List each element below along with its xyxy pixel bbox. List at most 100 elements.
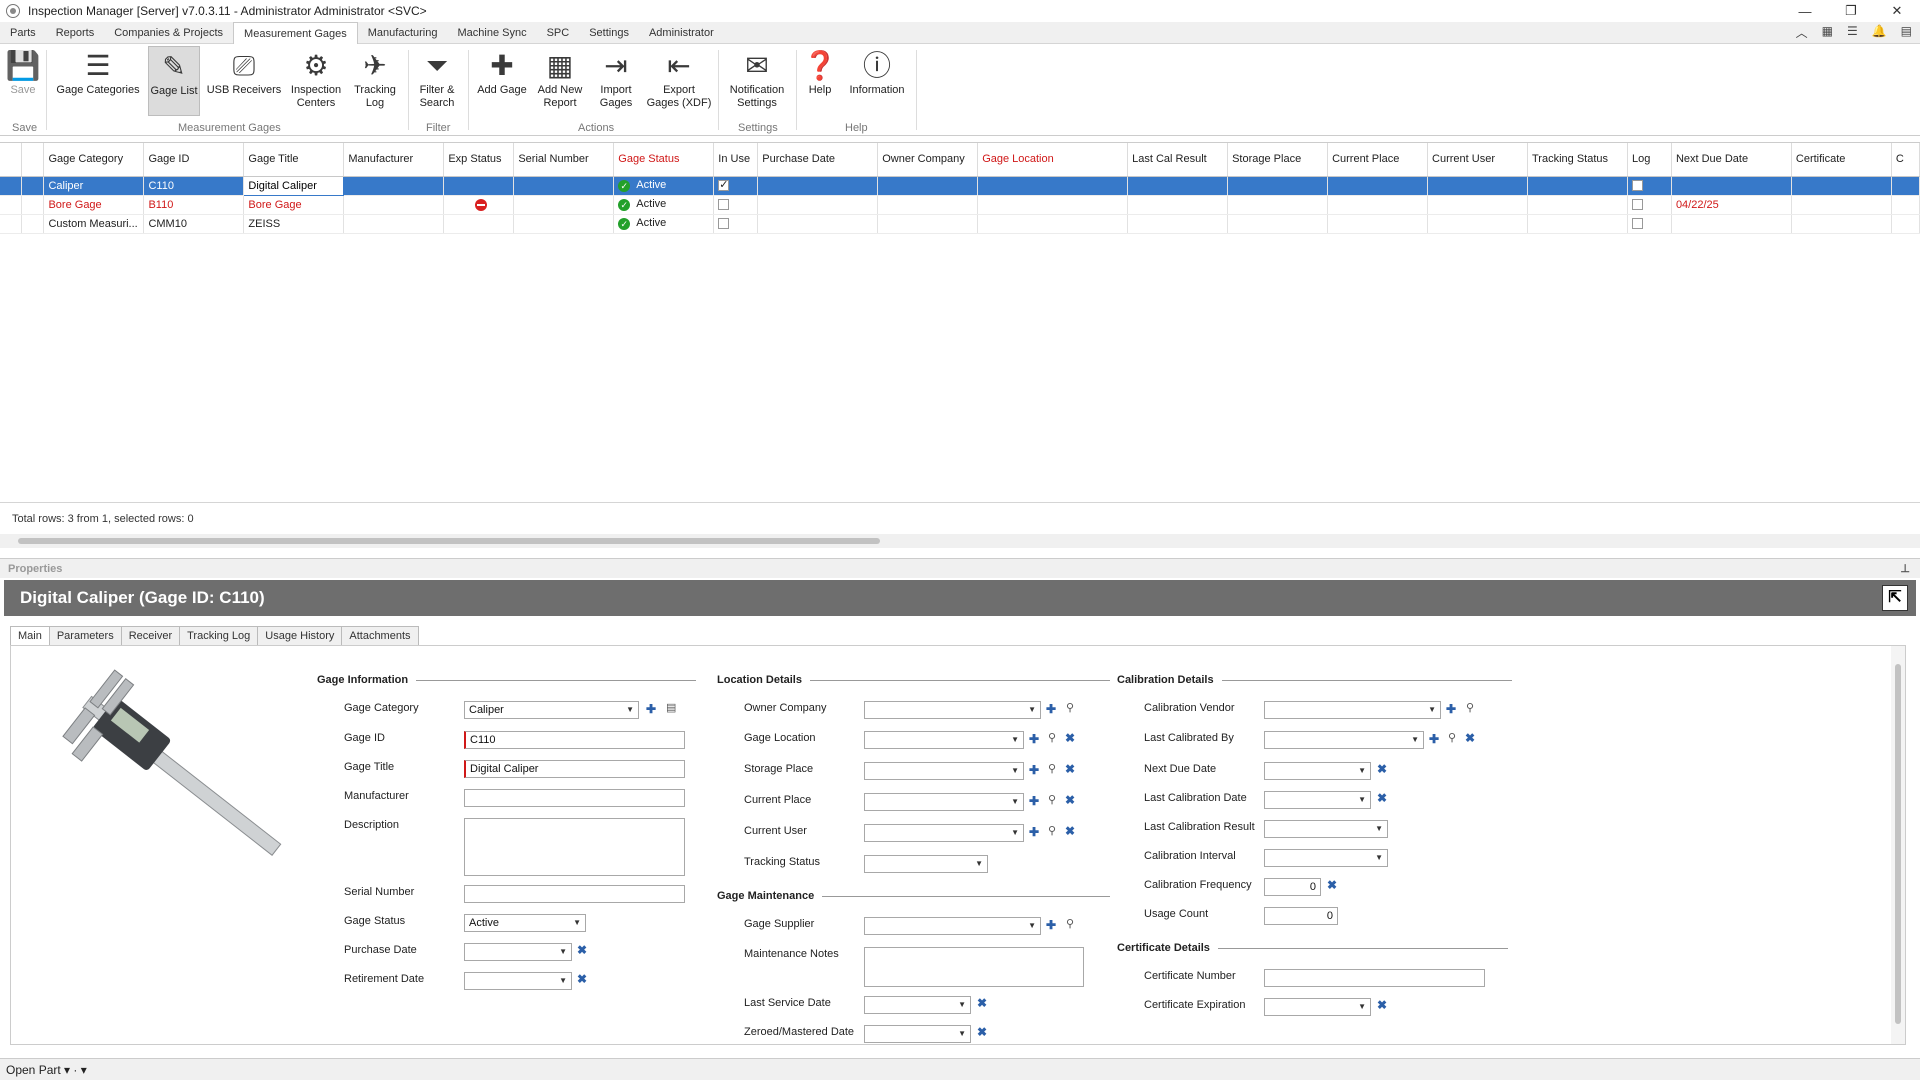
col-last-cal-result[interactable]: Last Cal Result <box>1127 143 1229 177</box>
cell-next-due[interactable] <box>1671 176 1792 196</box>
save-button[interactable]: 💾 Save <box>4 46 42 97</box>
restore-button[interactable]: ❐ <box>1828 0 1874 22</box>
next-due-date-picker[interactable]: ▼ <box>1264 762 1371 780</box>
add-icon[interactable]: ✚ <box>1029 763 1039 777</box>
col-log[interactable]: Log <box>1627 143 1672 177</box>
cell-exp-status[interactable] <box>443 214 515 234</box>
tab-parameters[interactable]: Parameters <box>49 626 122 646</box>
cell-log[interactable] <box>1627 195 1672 215</box>
calibration-frequency-field[interactable]: 0 <box>1264 878 1321 896</box>
open-part-dropdown[interactable]: Open Part ▾ · ▾ <box>6 1063 87 1077</box>
clear-icon[interactable]: ✖ <box>1065 824 1075 838</box>
add-icon[interactable]: ✚ <box>1046 702 1056 716</box>
menu-tab-manufacturing[interactable]: Manufacturing <box>358 22 448 44</box>
clear-icon[interactable]: ✖ <box>1327 878 1337 892</box>
cell-in-use[interactable] <box>713 214 759 234</box>
col-current-place[interactable]: Current Place <box>1327 143 1429 177</box>
last-calibration-result-select[interactable]: ▼ <box>1264 820 1388 838</box>
description-field[interactable] <box>464 818 685 876</box>
col-exp-status[interactable]: Exp Status <box>443 143 515 177</box>
gage-location-select[interactable]: ▼ <box>864 731 1024 749</box>
cell-title[interactable]: ZEISS <box>243 214 345 234</box>
cell-id[interactable]: CMM10 <box>143 214 245 234</box>
col-gage-title[interactable]: Gage Title <box>243 143 345 177</box>
cell-title[interactable]: Bore Gage <box>243 195 345 215</box>
col-certificate[interactable]: Certificate <box>1791 143 1892 177</box>
cell-status[interactable]: ✓ Active <box>613 195 715 215</box>
cell-title[interactable]: Digital Caliper <box>243 175 345 196</box>
clear-icon[interactable]: ✖ <box>1377 791 1387 805</box>
tab-attachments[interactable]: Attachments <box>342 626 419 646</box>
certificate-number-field[interactable] <box>1264 969 1485 987</box>
collapse-ribbon-icon[interactable]: ︿ <box>1796 24 1808 41</box>
serial-number-field[interactable] <box>464 885 685 903</box>
table-row[interactable]: Bore Gage B110 Bore Gage ✓ Active 04/22/2… <box>0 195 1920 215</box>
gage-category-select[interactable]: Caliper ▼ <box>464 701 639 719</box>
information-button[interactable]: ⓘ Information <box>844 46 910 97</box>
menu-tab-companies-projects[interactable]: Companies & Projects <box>104 22 233 44</box>
clear-icon[interactable]: ✖ <box>1377 762 1387 776</box>
cell-status[interactable]: ✓ Active <box>613 214 715 234</box>
horizontal-scrollbar[interactable] <box>0 534 1920 548</box>
tab-usage-history[interactable]: Usage History <box>258 626 343 646</box>
tab-main[interactable]: Main <box>10 626 50 646</box>
last-calibration-date-picker[interactable]: ▼ <box>1264 791 1371 809</box>
scroll-thumb[interactable] <box>18 538 880 544</box>
storage-place-select[interactable]: ▼ <box>864 762 1024 780</box>
maintenance-notes-field[interactable] <box>864 947 1084 987</box>
cell-status[interactable]: ✓ Active <box>613 176 715 196</box>
search-icon[interactable]: ⚲ <box>1448 731 1456 744</box>
clear-icon[interactable]: ✖ <box>977 1025 987 1039</box>
add-icon[interactable]: ✚ <box>646 702 656 716</box>
add-icon[interactable]: ✚ <box>1029 825 1039 839</box>
cell-manufacturer[interactable] <box>343 195 445 215</box>
current-place-select[interactable]: ▼ <box>864 793 1024 811</box>
col-gage-location[interactable]: Gage Location <box>977 143 1129 177</box>
cell-serial[interactable] <box>513 195 615 215</box>
calendar-icon[interactable]: ▤ <box>666 701 676 714</box>
purchase-date-picker[interactable]: ▼ <box>464 943 572 961</box>
in-use-checkbox[interactable] <box>718 178 730 192</box>
tracking-status-select[interactable]: ▼ <box>864 855 988 873</box>
add-icon[interactable]: ✚ <box>1446 702 1456 716</box>
export-gages-button[interactable]: ⇤ Export Gages (XDF) <box>646 46 712 110</box>
in-use-checkbox[interactable] <box>718 199 730 211</box>
usage-count-field[interactable]: 0 <box>1264 907 1338 925</box>
tab-receiver[interactable]: Receiver <box>121 626 181 646</box>
search-icon[interactable]: ⚲ <box>1048 731 1056 744</box>
cell-category[interactable]: Custom Measuri... <box>43 214 145 234</box>
manufacturer-field[interactable] <box>464 789 685 807</box>
in-use-checkbox[interactable] <box>718 218 730 230</box>
gage-categories-button[interactable]: ☰ Gage Categories <box>56 46 140 97</box>
calibration-interval-select[interactable]: ▼ <box>1264 849 1388 867</box>
col-gage-id[interactable]: Gage ID <box>143 143 245 177</box>
minimize-button[interactable]: — <box>1782 0 1828 22</box>
owner-company-select[interactable]: ▼ <box>864 701 1041 719</box>
retirement-date-picker[interactable]: ▼ <box>464 972 572 990</box>
clear-icon[interactable]: ✖ <box>577 972 587 986</box>
cell-log[interactable] <box>1627 176 1672 196</box>
popout-icon[interactable]: ⇱ <box>1882 585 1908 611</box>
search-icon[interactable]: ⚲ <box>1048 824 1056 837</box>
add-icon[interactable]: ✚ <box>1029 794 1039 808</box>
cell-in-use[interactable] <box>713 195 759 215</box>
list-icon[interactable]: ☰ <box>1847 24 1858 41</box>
col-more[interactable]: C <box>1891 143 1920 177</box>
col-serial-number[interactable]: Serial Number <box>513 143 615 177</box>
add-icon[interactable]: ✚ <box>1046 918 1056 932</box>
menu-tab-reports[interactable]: Reports <box>46 22 105 44</box>
col-owner-company[interactable]: Owner Company <box>877 143 979 177</box>
vertical-scrollbar[interactable] <box>1891 646 1905 1044</box>
table-row[interactable]: Custom Measuri... CMM10 ZEISS ✓ Active <box>0 214 1920 234</box>
menu-tab-settings[interactable]: Settings <box>579 22 639 44</box>
cell-manufacturer[interactable] <box>343 214 445 234</box>
filter-search-button[interactable]: ⏷ Filter & Search <box>412 46 462 110</box>
last-calibrated-by-select[interactable]: ▼ <box>1264 731 1424 749</box>
cell-id[interactable]: C110 <box>143 176 245 196</box>
clear-icon[interactable]: ✖ <box>1065 731 1075 745</box>
current-user-select[interactable]: ▼ <box>864 824 1024 842</box>
search-icon[interactable]: ⚲ <box>1048 762 1056 775</box>
inspection-centers-button[interactable]: ⚙ Inspection Centers <box>288 46 344 110</box>
cell-id[interactable]: B110 <box>143 195 245 215</box>
gage-list-button[interactable]: ✎ Gage List <box>148 46 200 116</box>
